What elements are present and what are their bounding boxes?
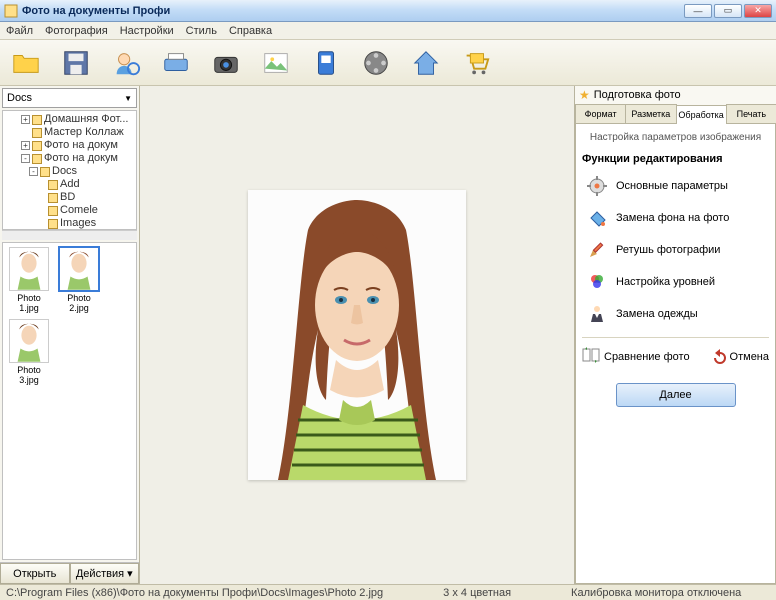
suit-icon <box>586 303 608 325</box>
status-bar: C:\Program Files (x86)\Фото на документы… <box>0 584 776 600</box>
brush-icon <box>586 239 608 261</box>
status-path: C:\Program Files (x86)\Фото на документы… <box>6 587 383 599</box>
canvas-area <box>140 86 574 584</box>
main-photo[interactable] <box>248 190 466 480</box>
cart-icon[interactable] <box>460 47 492 79</box>
thumbnail[interactable]: Photo 1.jpg <box>7 247 51 313</box>
maximize-button[interactable]: ▭ <box>714 4 742 18</box>
menu-settings[interactable]: Настройки <box>120 25 174 37</box>
tab-process[interactable]: Обработка <box>676 105 727 124</box>
picture-icon[interactable] <box>260 47 292 79</box>
tree-item[interactable]: Мастер Коллаж <box>5 126 134 139</box>
folder-tree[interactable]: +Домашняя Фот...Мастер Коллаж+Фото на до… <box>2 110 137 230</box>
chevron-down-icon: ▼ <box>124 94 132 103</box>
gear-icon <box>586 175 608 197</box>
tree-item[interactable]: +Фото на докум <box>5 139 134 152</box>
thumbnail[interactable]: Photo 3.jpg <box>7 319 51 385</box>
right-panel: ★ Подготовка фото Формат Разметка Обрабо… <box>574 86 776 584</box>
paint-bucket-icon <box>586 207 608 229</box>
passport-icon[interactable] <box>310 47 342 79</box>
compare-button[interactable]: Сравнение фото <box>582 346 690 367</box>
tree-item[interactable]: Images <box>5 217 134 230</box>
menu-photo[interactable]: Фотография <box>45 25 108 37</box>
tree-item[interactable]: -Фото на докум <box>5 152 134 165</box>
tree-item[interactable]: Add <box>5 178 134 191</box>
func-levels[interactable]: Настройка уровней <box>586 271 769 293</box>
minimize-button[interactable]: — <box>684 4 712 18</box>
toolbar <box>0 40 776 86</box>
func-retouch[interactable]: Ретушь фотографии <box>586 239 769 261</box>
scanner-icon[interactable] <box>160 47 192 79</box>
camera-icon[interactable] <box>210 47 242 79</box>
func-basic-params[interactable]: Основные параметры <box>586 175 769 197</box>
face-detect-icon[interactable] <box>110 47 142 79</box>
undo-button[interactable]: Отмена <box>710 349 769 365</box>
titlebar: Фото на документы Профи — ▭ ✕ <box>0 0 776 22</box>
save-icon[interactable] <box>60 47 92 79</box>
panel-subtitle: Настройка параметров изображения <box>582 132 769 143</box>
menu-help[interactable]: Справка <box>229 25 272 37</box>
left-panel: Docs ▼ +Домашняя Фот...Мастер Коллаж+Фот… <box>0 86 140 584</box>
window-title: Фото на документы Профи <box>22 5 684 17</box>
menu-style[interactable]: Стиль <box>186 25 217 37</box>
open-button[interactable]: Открыть <box>0 563 70 584</box>
home-icon[interactable] <box>410 47 442 79</box>
menubar: Файл Фотография Настройки Стиль Справка <box>0 22 776 40</box>
star-icon: ★ <box>579 88 590 102</box>
folder-combo-value: Docs <box>7 92 32 104</box>
undo-icon <box>710 349 726 365</box>
thumbnails: Photo 1.jpgPhoto 2.jpgPhoto 3.jpg <box>2 242 137 560</box>
tree-item[interactable]: BD <box>5 191 134 204</box>
status-calibration: Калибровка монитора отключена <box>571 587 741 599</box>
open-folder-icon[interactable] <box>10 47 42 79</box>
close-button[interactable]: ✕ <box>744 4 772 18</box>
tree-item[interactable]: Comele <box>5 204 134 217</box>
right-header: Подготовка фото <box>594 89 681 101</box>
actions-button[interactable]: Действия ▾ <box>70 563 140 584</box>
tree-item[interactable]: +Домашняя Фот... <box>5 113 134 126</box>
status-size: 3 x 4 цветная <box>443 587 511 599</box>
compare-icon <box>582 346 600 367</box>
tree-scrollbar[interactable] <box>2 230 137 240</box>
thumbnail[interactable]: Photo 2.jpg <box>57 247 101 313</box>
app-icon <box>4 4 18 18</box>
func-clothes[interactable]: Замена одежды <box>586 303 769 325</box>
tab-markup[interactable]: Разметка <box>625 104 676 123</box>
tab-format[interactable]: Формат <box>575 104 626 123</box>
next-button[interactable]: Далее <box>616 383 736 407</box>
film-reel-icon[interactable] <box>360 47 392 79</box>
panel-section-title: Функции редактирования <box>582 153 769 165</box>
tab-print[interactable]: Печать <box>726 104 776 123</box>
tree-item[interactable]: -Docs <box>5 165 134 178</box>
func-replace-bg[interactable]: Замена фона на фото <box>586 207 769 229</box>
menu-file[interactable]: Файл <box>6 25 33 37</box>
rgb-circles-icon <box>586 271 608 293</box>
folder-combo[interactable]: Docs ▼ <box>2 88 137 108</box>
